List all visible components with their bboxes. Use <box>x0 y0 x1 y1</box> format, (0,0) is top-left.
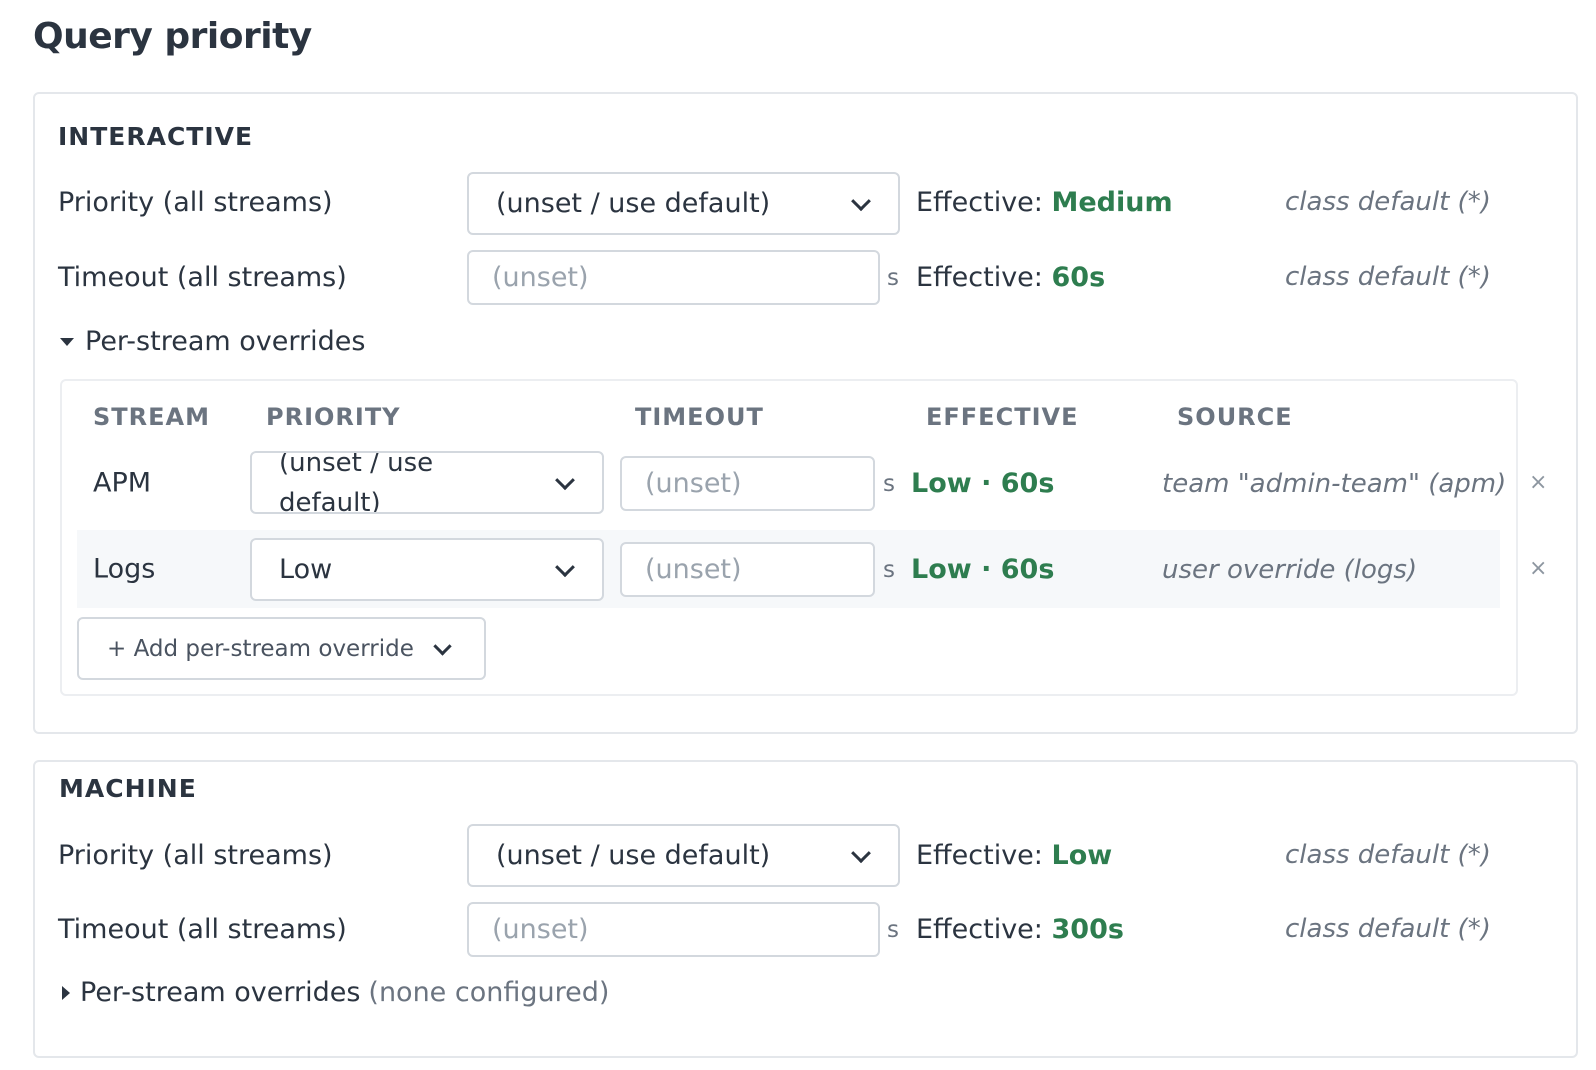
timeout-input[interactable] <box>467 902 880 957</box>
stream-effective: Low · 60s <box>911 468 1055 499</box>
priority-effective-value: Low <box>1051 840 1113 871</box>
chevron-down-icon <box>555 556 575 577</box>
priority-source: class default (*) <box>1285 840 1491 870</box>
interactive-section: INTERACTIVE Priority (all streams) (unse… <box>33 92 1578 734</box>
stream-priority-select[interactable]: Low <box>250 538 604 601</box>
column-header-source: SOURCE <box>1177 403 1293 431</box>
chevron-down-icon <box>555 469 575 490</box>
column-header-stream: STREAM <box>93 403 210 431</box>
stream-priority-select[interactable]: (unset / use default) <box>250 451 604 514</box>
caret-down-icon <box>60 337 74 346</box>
stream-priority-value: Low <box>279 554 333 585</box>
remove-override-icon[interactable]: × <box>1529 470 1547 495</box>
per-stream-overrides-toggle[interactable]: Per-stream overrides <box>60 326 365 357</box>
per-stream-overrides-toggle[interactable]: Per-stream overrides (none configured) <box>62 977 609 1008</box>
machine-section: MACHINE Priority (all streams) (unset / … <box>33 760 1578 1058</box>
stream-name: Logs <box>93 553 156 585</box>
priority-select[interactable]: (unset / use default) <box>467 824 900 887</box>
timeout-label: Timeout (all streams) <box>58 914 347 945</box>
priority-select-value: (unset / use default) <box>496 840 771 871</box>
add-per-stream-override-button[interactable]: + Add per-stream override <box>77 617 486 680</box>
table-row: APM (unset / use default) s Low · 60s te… <box>77 444 1547 522</box>
column-header-priority: PRIORITY <box>266 403 401 431</box>
timeout-label: Timeout (all streams) <box>58 262 347 293</box>
timeout-effective: Effective: 60s <box>916 262 1106 293</box>
stream-timeout-input[interactable] <box>620 542 875 597</box>
overrides-note: (none configured) <box>368 977 610 1008</box>
stream-timeout-input[interactable] <box>620 456 875 511</box>
chevron-down-icon <box>851 190 871 211</box>
priority-effective-value: Medium <box>1051 187 1173 218</box>
column-header-effective: EFFECTIVE <box>926 403 1079 431</box>
stream-effective: Low · 60s <box>911 554 1055 585</box>
stream-timeout-unit: s <box>883 557 895 583</box>
column-header-timeout: TIMEOUT <box>635 403 764 431</box>
timeout-effective-value: 300s <box>1051 914 1124 945</box>
stream-priority-value: (unset / use default) <box>279 451 434 514</box>
timeout-input[interactable] <box>467 250 880 305</box>
section-heading-interactive: INTERACTIVE <box>58 122 254 151</box>
remove-override-icon[interactable]: × <box>1529 556 1547 581</box>
stream-name: APM <box>93 467 152 499</box>
priority-effective: Effective: Low <box>916 840 1113 871</box>
timeout-source: class default (*) <box>1285 914 1491 944</box>
table-row: Logs Low s Low · 60s user override (logs… <box>77 530 1547 608</box>
priority-effective: Effective: Medium <box>916 187 1173 218</box>
priority-label: Priority (all streams) <box>58 840 333 871</box>
stream-timeout-unit: s <box>883 471 895 497</box>
timeout-effective: Effective: 300s <box>916 914 1124 945</box>
timeout-effective-value: 60s <box>1051 262 1106 293</box>
priority-select[interactable]: (unset / use default) <box>467 172 900 235</box>
chevron-down-icon <box>433 636 452 656</box>
stream-source: user override (logs) <box>1162 555 1418 585</box>
per-stream-overrides-table: STREAM PRIORITY TIMEOUT EFFECTIVE SOURCE… <box>60 379 1547 696</box>
section-heading-machine: MACHINE <box>59 774 197 803</box>
timeout-source: class default (*) <box>1285 262 1491 292</box>
timeout-unit: s <box>887 917 899 943</box>
chevron-down-icon <box>851 842 871 863</box>
page-title: Query priority <box>33 16 312 57</box>
stream-source: team "admin-team" (apm) <box>1162 469 1507 499</box>
caret-right-icon <box>62 985 70 1000</box>
priority-source: class default (*) <box>1285 187 1491 217</box>
priority-select-value: (unset / use default) <box>496 188 771 219</box>
priority-label: Priority (all streams) <box>58 187 333 218</box>
timeout-unit: s <box>887 265 899 291</box>
